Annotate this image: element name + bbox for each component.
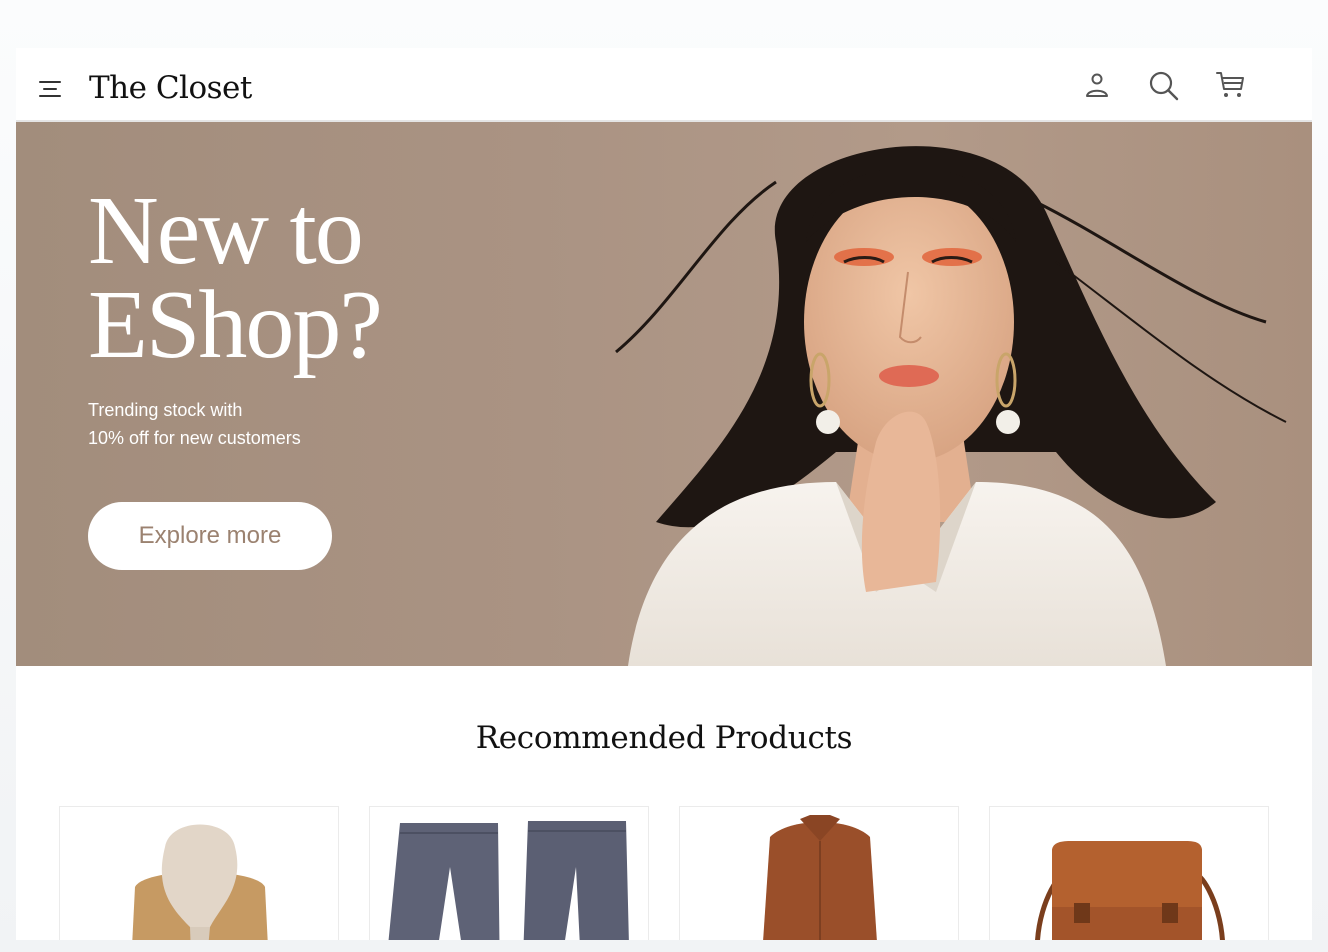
trousers-image <box>388 821 629 940</box>
section-title: Recommended Products <box>475 720 853 756</box>
hero-subtitle-line-2: 10% off for new customers <box>88 428 301 448</box>
user-icon[interactable] <box>1080 68 1114 102</box>
brand-logo[interactable]: The Closet <box>89 70 252 106</box>
hero-title: New to EShop? <box>88 177 383 379</box>
hero-banner: New to EShop? Trending stock with 10% of… <box>16 122 1312 666</box>
hero-title-line-1: New to <box>88 177 364 285</box>
hero-subtitle-line-1: Trending stock with <box>88 400 243 420</box>
product-card-1[interactable] <box>59 806 339 940</box>
shirt-image <box>763 815 877 940</box>
hero-title-line-2: EShop? <box>88 271 383 379</box>
cart-icon[interactable] <box>1214 68 1248 102</box>
product-card-4[interactable] <box>989 806 1269 940</box>
explore-more-button[interactable]: Explore more <box>88 502 332 570</box>
menu-icon[interactable] <box>38 78 62 102</box>
hero-subtitle: Trending stock with 10% off for new cust… <box>88 396 301 452</box>
product-card-3[interactable] <box>679 806 959 940</box>
product-card-2[interactable] <box>369 806 649 940</box>
top-navbar: The Closet <box>16 48 1312 122</box>
scarf-coat-image <box>132 824 268 940</box>
search-icon[interactable] <box>1146 68 1180 102</box>
app-frame: The Closet New to EShop? Trending stock … <box>16 48 1312 940</box>
bag-image <box>1035 841 1225 940</box>
